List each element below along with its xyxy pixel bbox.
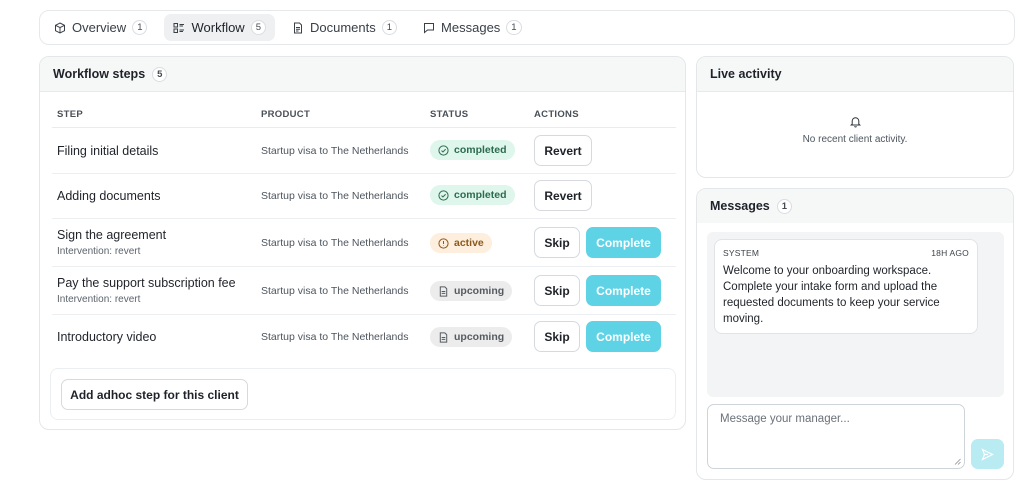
resize-grip-icon[interactable] xyxy=(954,458,961,465)
document-icon xyxy=(439,285,448,297)
step-product: Startup visa to The Netherlands xyxy=(261,331,409,343)
message-time: 18H AGO xyxy=(931,248,969,258)
table-row: Pay the support subscription fee Interve… xyxy=(52,267,676,315)
complete-button[interactable]: Complete xyxy=(586,275,661,306)
status-badge: upcoming xyxy=(430,281,513,301)
column-header-status: STATUS xyxy=(430,109,469,120)
step-product: Startup visa to The Netherlands xyxy=(261,285,409,297)
empty-state-text: No recent client activity. xyxy=(802,134,908,145)
message-input[interactable] xyxy=(720,413,952,460)
tab-count-badge: 1 xyxy=(506,20,522,35)
status-badge: completed xyxy=(430,140,515,160)
tab-label: Documents xyxy=(310,20,376,35)
tab-bar: Overview 1 Workflow 5 Documents 1 Messag… xyxy=(39,10,1015,45)
tab-count-badge: 1 xyxy=(132,20,148,35)
message-bubble: SYSTEM 18H AGO Welcome to your onboardin… xyxy=(714,239,978,334)
table-row: Introductory video Startup visa to The N… xyxy=(52,315,676,360)
messages-count-badge: 1 xyxy=(776,198,793,214)
skip-button[interactable]: Skip xyxy=(534,227,580,258)
status-label: active xyxy=(454,237,484,249)
tab-count-badge: 1 xyxy=(381,20,398,35)
step-title: Sign the agreement xyxy=(57,228,167,242)
tab-messages[interactable]: Messages 1 xyxy=(414,14,531,41)
tab-overview[interactable]: Overview 1 xyxy=(45,14,156,41)
revert-button[interactable]: Revert xyxy=(534,135,592,166)
skip-button[interactable]: Skip xyxy=(534,275,580,306)
complete-button[interactable]: Complete xyxy=(586,227,661,258)
workflow-steps-card: Workflow steps 5 STEP PRODUCT STATUS ACT… xyxy=(39,56,686,430)
status-label: completed xyxy=(454,144,507,156)
skip-button[interactable]: Skip xyxy=(534,321,580,352)
add-adhoc-step-button[interactable]: Add adhoc step for this client xyxy=(61,379,248,410)
tab-documents[interactable]: Documents 1 xyxy=(283,14,406,41)
step-title: Introductory video xyxy=(57,330,157,344)
live-activity-header: Live activity xyxy=(697,57,1013,92)
status-label: upcoming xyxy=(454,331,505,343)
step-intervention: Intervention: revert xyxy=(57,246,141,257)
complete-button[interactable]: Complete xyxy=(586,321,661,352)
messages-header: Messages 1 xyxy=(697,189,1013,223)
column-header-step: STEP xyxy=(57,109,84,120)
box-icon xyxy=(55,21,65,34)
document-icon xyxy=(439,331,448,343)
messages-title: Messages xyxy=(710,199,770,213)
tab-label: Messages xyxy=(441,20,501,35)
status-badge: active xyxy=(430,233,492,253)
column-header-product: PRODUCT xyxy=(261,109,311,120)
tab-label: Overview xyxy=(72,20,127,35)
bell-icon xyxy=(849,117,861,128)
workflow-title: Workflow steps xyxy=(53,67,146,81)
step-title: Pay the support subscription fee xyxy=(57,276,236,290)
status-badge: completed xyxy=(430,185,515,205)
workflow-table: STEP PRODUCT STATUS ACTIONS Filing initi… xyxy=(52,101,676,360)
step-title: Filing initial details xyxy=(57,144,159,158)
step-product: Startup visa to The Netherlands xyxy=(261,237,409,249)
adhoc-step-section: Add adhoc step for this client xyxy=(50,368,676,420)
document-icon xyxy=(294,22,302,33)
table-header-row: STEP PRODUCT STATUS ACTIONS xyxy=(52,101,676,128)
check-circle-icon xyxy=(438,189,449,201)
table-row: Sign the agreement Intervention: revert … xyxy=(52,219,676,267)
message-list[interactable]: SYSTEM 18H AGO Welcome to your onboardin… xyxy=(707,232,1004,397)
alert-circle-icon xyxy=(438,237,449,249)
message-text: Welcome to your onboarding workspace. Co… xyxy=(723,265,940,325)
table-row: Adding documents Startup visa to The Net… xyxy=(52,174,676,219)
chat-icon xyxy=(424,22,435,34)
send-icon xyxy=(981,447,994,461)
workflow-card-header: Workflow steps 5 xyxy=(40,57,685,92)
table-row: Filing initial details Startup visa to T… xyxy=(52,128,676,174)
workflow-count-badge: 5 xyxy=(152,66,168,82)
step-product: Startup visa to The Netherlands xyxy=(261,145,409,157)
status-label: upcoming xyxy=(454,285,505,297)
list-icon xyxy=(173,22,185,33)
tab-workflow[interactable]: Workflow 5 xyxy=(164,14,275,41)
step-product: Startup visa to The Netherlands xyxy=(261,190,409,202)
message-sender: SYSTEM xyxy=(723,248,760,258)
column-header-actions: ACTIONS xyxy=(534,109,579,120)
send-button[interactable] xyxy=(971,439,1004,469)
live-activity-empty-state: No recent client activity. xyxy=(697,115,1013,145)
check-circle-icon xyxy=(438,144,449,156)
live-activity-title: Live activity xyxy=(710,67,782,81)
status-label: completed xyxy=(454,189,507,201)
status-badge: upcoming xyxy=(430,327,513,347)
step-intervention: Intervention: revert xyxy=(57,294,141,305)
message-composer[interactable] xyxy=(707,404,965,469)
messages-card: Messages 1 SYSTEM 18H AGO Welcome to you… xyxy=(696,188,1014,480)
tab-label: Workflow xyxy=(191,20,245,35)
revert-button[interactable]: Revert xyxy=(534,180,592,211)
step-title: Adding documents xyxy=(57,189,161,203)
live-activity-card: Live activity No recent client activity. xyxy=(696,56,1014,178)
tab-count-badge: 5 xyxy=(250,20,266,35)
